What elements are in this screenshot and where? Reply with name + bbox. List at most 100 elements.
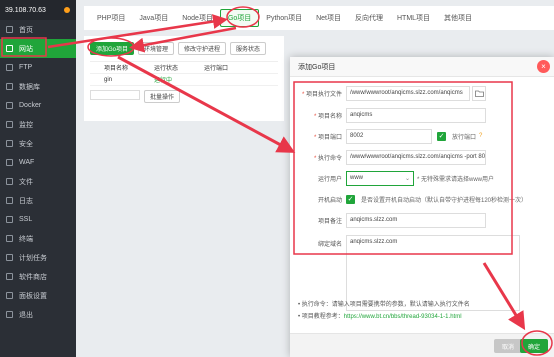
add-go-project-dialog: 添加Go项目 × * 项目执行文件 /www/wwwroot/anqicms.s… xyxy=(290,57,554,357)
exec-command-input[interactable]: /www/wwwroot/anqicms.slzz.com/anqicms -p… xyxy=(346,149,486,165)
ftp-icon xyxy=(6,64,13,71)
column-header: 项目名称 xyxy=(104,66,129,72)
tab-java[interactable]: Java项目 xyxy=(132,9,175,27)
domain-label: 绑定域名 xyxy=(317,241,342,248)
remark-label: 项目备注 xyxy=(317,218,342,225)
sidebar-item-ssl[interactable]: SSL xyxy=(0,210,76,229)
sidebar-item-label: FTP xyxy=(19,64,33,71)
status-cell: 运行中 xyxy=(154,78,173,84)
sidebar-item-store[interactable]: 软件商店 xyxy=(0,267,76,286)
column-header: 运行端口 xyxy=(204,66,229,72)
sidebar-item-label: 面板设置 xyxy=(19,292,47,300)
gear-icon xyxy=(6,292,13,299)
sidebar-item-database[interactable]: 数据库 xyxy=(0,77,76,96)
help-icon[interactable]: ? xyxy=(479,133,482,139)
sidebar-item-logout[interactable]: 退出 xyxy=(0,305,76,324)
sidebar-item-security[interactable]: 安全 xyxy=(0,134,76,153)
table-row[interactable]: gin 运行中 xyxy=(90,74,278,86)
logout-icon xyxy=(6,311,13,318)
env-manage-button[interactable]: 环境管理 xyxy=(138,42,175,55)
sidebar: 39.108.70.63 首页 网站 FTP 数据库 Docker 监控 安全 … xyxy=(0,0,76,357)
sidebar-item-cron[interactable]: 计划任务 xyxy=(0,248,76,267)
sidebar-item-label: 终端 xyxy=(19,235,33,243)
batch-action-button[interactable]: 批量操作 xyxy=(144,90,181,103)
remark-row: 项目备注 anqicms.slzz.com xyxy=(298,212,486,228)
project-name-cell[interactable]: gin xyxy=(90,77,140,83)
open-port-checkbox[interactable]: ✓ xyxy=(437,131,446,141)
service-status-button[interactable]: 服务状态 xyxy=(230,42,267,55)
close-icon[interactable]: × xyxy=(537,60,550,73)
daemon-button[interactable]: 修改守护进程 xyxy=(178,42,227,55)
sidebar-item-settings[interactable]: 面板设置 xyxy=(0,286,76,305)
exec-file-input[interactable]: /www/wwwroot/anqicms.slzz.com/anqicms xyxy=(346,85,470,101)
batch-select[interactable] xyxy=(90,90,140,100)
column-header: 运行状态 xyxy=(154,66,179,72)
project-tabs: PHP项目 Java项目 Node项目 Go项目 Python项目 Net项目 … xyxy=(84,6,554,30)
note-item: • 执行命令：请输入项目需要携带的参数，默认请输入执行文件名 xyxy=(298,302,470,308)
name-label: * 项目名称 xyxy=(313,113,342,120)
user-label: 运行用户 xyxy=(317,176,342,183)
tab-php[interactable]: PHP项目 xyxy=(90,9,132,27)
firewall-icon xyxy=(6,159,13,166)
sidebar-item-docker[interactable]: Docker xyxy=(0,96,76,115)
confirm-button[interactable]: 确定 xyxy=(519,339,548,353)
sidebar-item-monitor[interactable]: 监控 xyxy=(0,115,76,134)
name-label-text: 项目名称 xyxy=(317,113,342,120)
port-label: * 项目端口 xyxy=(313,134,342,141)
exec-file-row: * 项目执行文件 /www/wwwroot/anqicms.slzz.com/a… xyxy=(298,85,486,101)
database-icon xyxy=(6,83,13,90)
project-toolbar: 添加Go项目 环境管理 修改守护进程 服务状态 xyxy=(84,36,284,61)
sidebar-item-label: 文件 xyxy=(19,178,33,186)
sidebar-item-label: 计划任务 xyxy=(19,254,47,262)
domain-row: 绑定域名 xyxy=(298,235,346,251)
sidebar-item-label: 首页 xyxy=(19,26,33,34)
terminal-icon xyxy=(6,235,13,242)
sidebar-item-waf[interactable]: WAF xyxy=(0,153,76,172)
user-row: 运行用户 www ⌄ * 无特殊需求请选择www用户 xyxy=(298,170,494,186)
run-user-select[interactable]: www ⌄ xyxy=(346,170,414,186)
sidebar-item-label: 退出 xyxy=(19,311,33,319)
sidebar-menu: 首页 网站 FTP 数据库 Docker 监控 安全 WAF 文件 日志 SSL… xyxy=(0,20,76,324)
shield-icon xyxy=(6,140,13,147)
tab-other[interactable]: 其他项目 xyxy=(437,9,479,27)
remark-input[interactable]: anqicms.slzz.com xyxy=(346,212,486,228)
sidebar-item-label: 监控 xyxy=(19,121,33,129)
tab-html[interactable]: HTML项目 xyxy=(390,9,437,27)
open-port-label: 放行端口 xyxy=(452,134,477,141)
add-go-project-button[interactable]: 添加Go项目 xyxy=(90,42,135,55)
clock-icon xyxy=(6,254,13,261)
port-row: * 项目端口 8002 ✓ 放行端口 ? xyxy=(298,128,482,144)
sidebar-item-label: 网站 xyxy=(19,45,33,53)
autostart-label: 开机启动 xyxy=(317,197,342,204)
autostart-row: 开机启动 ✓ 是否设置开机自动启动（默认自带守护进程每120秒检测一次） xyxy=(298,191,527,207)
autostart-text: 是否设置开机自动启动（默认自带守护进程每120秒检测一次） xyxy=(361,197,528,204)
sidebar-item-home[interactable]: 首页 xyxy=(0,20,76,39)
tab-net[interactable]: Net项目 xyxy=(309,9,348,27)
tab-node[interactable]: Node项目 xyxy=(175,9,220,27)
port-input[interactable]: 8002 xyxy=(346,128,432,144)
sidebar-item-label: SSL xyxy=(19,216,33,223)
sidebar-item-files[interactable]: 文件 xyxy=(0,172,76,191)
docker-icon xyxy=(6,102,13,109)
cancel-button[interactable]: 取消 xyxy=(493,339,522,353)
sidebar-item-terminal[interactable]: 终端 xyxy=(0,229,76,248)
log-icon xyxy=(6,197,13,204)
cmd-label-text: 执行命令 xyxy=(317,155,342,162)
name-row: * 项目名称 anqicms xyxy=(298,107,486,123)
tab-reverse-proxy[interactable]: 反向代理 xyxy=(348,9,390,27)
tab-python[interactable]: Python项目 xyxy=(259,9,309,27)
help-notes: • 执行命令：请输入项目需要携带的参数，默认请输入执行文件名 • 项目教程参考：… xyxy=(298,299,470,323)
tab-go[interactable]: Go项目 xyxy=(219,9,260,27)
table-header: 项目名称 运行状态 运行端口 xyxy=(90,62,278,74)
sidebar-item-label: Docker xyxy=(19,102,42,109)
sidebar-item-label: WAF xyxy=(19,159,35,166)
sidebar-item-ftp[interactable]: FTP xyxy=(0,58,76,77)
batch-bar: 批量操作 xyxy=(84,86,284,107)
sidebar-item-website[interactable]: 网站 xyxy=(0,39,76,58)
tutorial-link[interactable]: https://www.bt.cn/bbs/thread-93034-1-1.h… xyxy=(344,314,462,320)
project-name-input[interactable]: anqicms xyxy=(346,107,486,123)
sidebar-item-logs[interactable]: 日志 xyxy=(0,191,76,210)
notification-dot-icon[interactable] xyxy=(64,7,70,13)
folder-icon[interactable] xyxy=(472,85,486,101)
autostart-checkbox[interactable]: ✓ xyxy=(346,194,355,204)
